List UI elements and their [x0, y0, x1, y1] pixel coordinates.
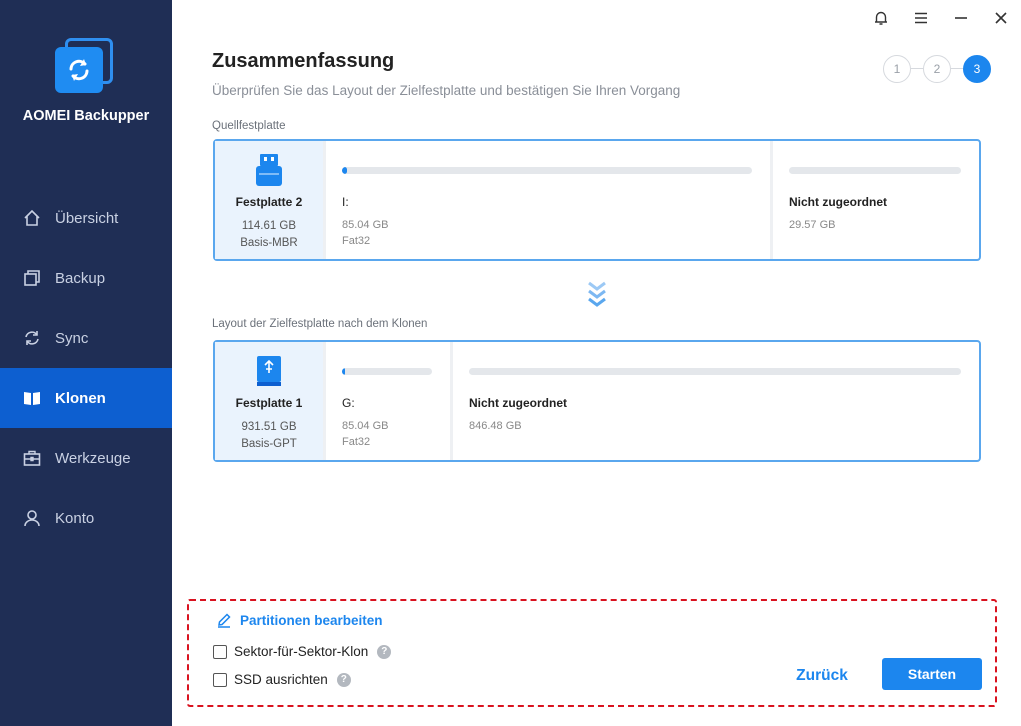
sync-logo-icon	[69, 59, 89, 81]
sidebar-item-label: Konto	[55, 509, 95, 527]
back-button[interactable]: Zurück	[790, 664, 854, 688]
bell-icon[interactable]	[871, 8, 891, 28]
partition-block[interactable]: G: 85.04 GB Fat32	[323, 342, 450, 460]
partition-size: 85.04 GB	[342, 420, 389, 432]
target-disk-info: Festplatte 1 931.51 GB Basis-GPT	[215, 342, 323, 460]
disk-size: 114.61 GB	[241, 220, 297, 232]
usb-drive-icon	[257, 356, 281, 386]
partition-size: 85.04 GB	[342, 219, 389, 231]
step-indicator: 1 2 3	[883, 55, 993, 83]
home-icon	[22, 208, 42, 228]
target-disk-panel: Festplatte 1 931.51 GB Basis-GPT G: 85.0…	[213, 340, 981, 462]
tools-icon	[22, 448, 42, 468]
partition-usage-bar	[342, 167, 752, 174]
sidebar-item-label: Sync	[55, 329, 89, 347]
sidebar-item-uebersicht[interactable]: Übersicht	[0, 188, 172, 248]
disk-type: Basis-GPT	[241, 438, 297, 450]
disk-name: Festplatte 2	[235, 195, 303, 209]
clone-icon	[22, 388, 42, 408]
minimize-icon[interactable]	[951, 8, 971, 28]
page-title: Zusammenfassung	[212, 50, 395, 72]
partition-usage-bar	[342, 368, 432, 375]
partition-block[interactable]: Nicht zugeordnet 846.48 GB	[450, 342, 979, 460]
ssd-align-checkbox[interactable]	[213, 672, 227, 687]
sidebar-item-werkzeuge[interactable]: Werkzeuge	[0, 428, 172, 488]
sidebar-item-konto[interactable]: Konto	[0, 488, 172, 548]
partition-usage-bar	[469, 368, 961, 375]
sidebar-item-label: Werkzeuge	[55, 449, 131, 467]
step-3: 3	[963, 55, 991, 83]
step-2: 2	[923, 55, 951, 83]
sidebar-item-klonen[interactable]: Klonen	[0, 368, 172, 428]
partition-filesystem: Fat32	[342, 436, 371, 448]
app-logo	[55, 38, 115, 94]
ssd-align-option[interactable]: SSD ausrichten ?	[213, 672, 351, 687]
help-icon[interactable]: ?	[377, 644, 392, 659]
pencil-icon	[218, 613, 231, 628]
edit-partitions-link[interactable]: Partitionen bearbeiten	[216, 612, 383, 628]
help-icon[interactable]: ?	[336, 672, 351, 687]
sidebar-item-label: Übersicht	[55, 209, 119, 227]
target-section-label: Layout der Zielfestplatte nach dem Klone…	[212, 318, 428, 330]
partition-label: Nicht zugeordnet	[789, 195, 887, 209]
step-1: 1	[883, 55, 911, 83]
source-disk-panel: Festplatte 2 114.61 GB Basis-MBR I: 85.0…	[213, 139, 981, 261]
start-button[interactable]: Starten	[882, 658, 982, 690]
partition-label: G:	[342, 396, 355, 410]
partition-usage-bar	[789, 167, 961, 174]
disk-type: Basis-MBR	[240, 237, 298, 249]
backup-icon	[22, 268, 42, 288]
sidebar-item-backup[interactable]: Backup	[0, 248, 172, 308]
partition-size: 846.48 GB	[469, 420, 522, 432]
partition-block[interactable]: I: 85.04 GB Fat32	[323, 141, 770, 259]
sidebar-nav: Übersicht Backup Sync Klonen Werkzeuge K…	[0, 188, 172, 548]
sidebar: AOMEI Backupper Übersicht Backup Sync Kl…	[0, 0, 172, 726]
partition-label: Nicht zugeordnet	[469, 396, 567, 410]
partition-size: 29.57 GB	[789, 219, 836, 231]
partition-label: I:	[342, 195, 349, 209]
sidebar-item-label: Klonen	[55, 389, 106, 407]
page-subtitle: Überprüfen Sie das Layout der Zielfestpl…	[212, 83, 681, 98]
sector-clone-checkbox[interactable]	[213, 644, 227, 659]
ssd-align-label: SSD ausrichten	[234, 672, 328, 687]
user-icon	[22, 508, 42, 528]
source-section-label: Quellfestplatte	[212, 120, 286, 132]
partition-filesystem: Fat32	[342, 235, 371, 247]
sector-clone-option[interactable]: Sektor-für-Sektor-Klon ?	[213, 644, 392, 659]
partition-block[interactable]: Nicht zugeordnet 29.57 GB	[770, 141, 979, 259]
disk-size: 931.51 GB	[241, 421, 297, 433]
disk-name: Festplatte 1	[235, 396, 303, 410]
edit-partitions-label: Partitionen bearbeiten	[240, 612, 383, 628]
usb-drive-icon	[256, 154, 282, 186]
app-title: AOMEI Backupper	[22, 108, 150, 124]
chevrons-down-icon	[588, 281, 606, 307]
sidebar-item-label: Backup	[55, 269, 106, 287]
close-icon[interactable]	[991, 8, 1011, 28]
sync-icon	[22, 328, 42, 348]
sidebar-item-sync[interactable]: Sync	[0, 308, 172, 368]
sector-clone-label: Sektor-für-Sektor-Klon	[234, 644, 369, 659]
menu-icon[interactable]	[911, 8, 931, 28]
source-disk-info: Festplatte 2 114.61 GB Basis-MBR	[215, 141, 323, 259]
